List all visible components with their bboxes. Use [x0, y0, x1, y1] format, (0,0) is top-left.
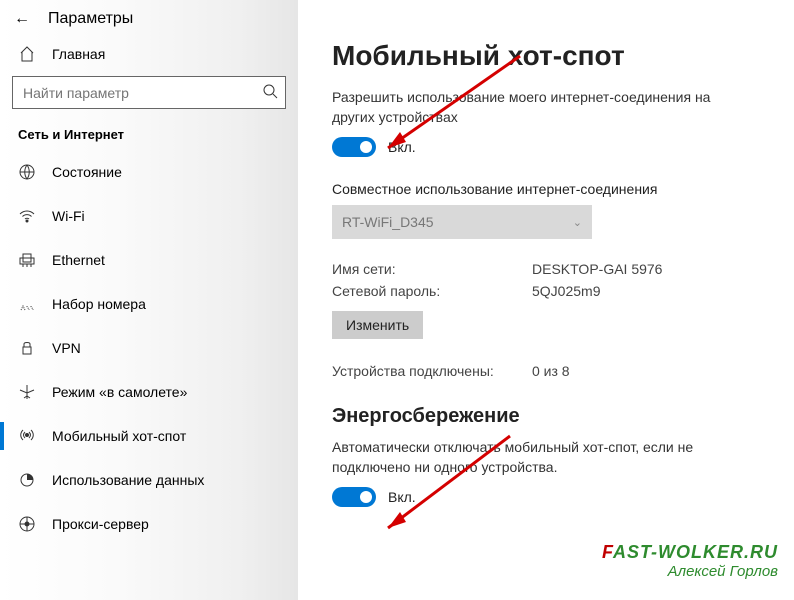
power-toggle-row: Вкл. — [332, 487, 756, 507]
section-label: Сеть и Интернет — [0, 121, 298, 150]
share-toggle-row: Вкл. — [332, 137, 756, 157]
power-toggle[interactable] — [332, 487, 376, 507]
sidebar-item-label: VPN — [52, 340, 81, 356]
page-title: Мобильный хот-спот — [332, 40, 756, 72]
devices-row: Устройства подключены: 0 из 8 — [332, 363, 756, 379]
devices-value: 0 из 8 — [532, 363, 570, 379]
devices-label: Устройства подключены: — [332, 363, 532, 379]
network-name-label: Имя сети: — [332, 261, 532, 277]
search-icon — [255, 83, 285, 102]
header-bar: ← Параметры — [0, 0, 298, 32]
sidebar-item-datausage[interactable]: Использование данных — [0, 458, 298, 502]
share-toggle[interactable] — [332, 137, 376, 157]
sidebar-item-label: Состояние — [52, 164, 122, 180]
sidebar-item-airplane[interactable]: Режим «в самолете» — [0, 370, 298, 414]
home-nav-item[interactable]: Главная — [0, 32, 298, 76]
network-name-row: Имя сети: DESKTOP-GAI 5976 — [332, 261, 756, 277]
globe-icon — [18, 164, 36, 180]
sidebar-item-hotspot[interactable]: Мобильный хот-спот — [0, 414, 298, 458]
power-title: Энергосбережение — [332, 405, 756, 428]
sidebar-item-ethernet[interactable]: Ethernet — [0, 238, 298, 282]
nav-list: Состояние Wi-Fi Ethernet Набор номера — [0, 150, 298, 600]
sidebar-item-dialup[interactable]: Набор номера — [0, 282, 298, 326]
network-pass-label: Сетевой пароль: — [332, 283, 532, 299]
home-icon — [18, 46, 36, 62]
share-conn-dropdown[interactable]: RT-WiFi_D345 ⌄ — [332, 205, 592, 239]
window-title: Параметры — [48, 10, 133, 28]
sidebar-item-label: Ethernet — [52, 252, 105, 268]
search-wrap — [12, 76, 286, 109]
sidebar-item-label: Мобильный хот-спот — [52, 428, 186, 444]
share-conn-value: RT-WiFi_D345 — [342, 214, 434, 230]
sidebar: ← Параметры Главная Сеть и Интернет — [0, 0, 298, 600]
proxy-icon — [18, 516, 36, 532]
datausage-icon — [18, 472, 36, 488]
sidebar-item-wifi[interactable]: Wi-Fi — [0, 194, 298, 238]
sidebar-item-label: Прокси-сервер — [52, 516, 149, 532]
chevron-down-icon: ⌄ — [573, 216, 582, 229]
hotspot-icon — [18, 428, 36, 444]
home-label: Главная — [52, 46, 105, 62]
network-name-value: DESKTOP-GAI 5976 — [532, 261, 662, 277]
network-pass-value: 5QJ025m9 — [532, 283, 600, 299]
dialup-icon — [18, 296, 36, 312]
share-toggle-state: Вкл. — [388, 139, 416, 155]
settings-window: ← Параметры Главная Сеть и Интернет — [0, 0, 794, 600]
vpn-icon — [18, 340, 36, 356]
back-arrow-icon[interactable]: ← — [14, 10, 30, 28]
share-description: Разрешить использование моего интернет-с… — [332, 88, 756, 127]
network-pass-row: Сетевой пароль: 5QJ025m9 — [332, 283, 756, 299]
airplane-icon — [18, 384, 36, 400]
edit-button[interactable]: Изменить — [332, 311, 423, 339]
search-box[interactable] — [12, 76, 286, 109]
wifi-icon — [18, 208, 36, 224]
share-conn-label: Совместное использование интернет-соедин… — [332, 181, 756, 197]
sidebar-item-proxy[interactable]: Прокси-сервер — [0, 502, 298, 546]
power-toggle-state: Вкл. — [388, 489, 416, 505]
sidebar-item-label: Использование данных — [52, 472, 204, 488]
sidebar-item-status[interactable]: Состояние — [0, 150, 298, 194]
power-description: Автоматически отключать мобильный хот-сп… — [332, 438, 756, 477]
content-pane: Мобильный хот-спот Разрешить использован… — [298, 0, 794, 600]
sidebar-item-label: Режим «в самолете» — [52, 384, 187, 400]
search-input[interactable] — [13, 85, 255, 101]
sidebar-item-label: Wi-Fi — [52, 208, 85, 224]
sidebar-item-vpn[interactable]: VPN — [0, 326, 298, 370]
sidebar-item-label: Набор номера — [52, 296, 146, 312]
ethernet-icon — [18, 252, 36, 268]
